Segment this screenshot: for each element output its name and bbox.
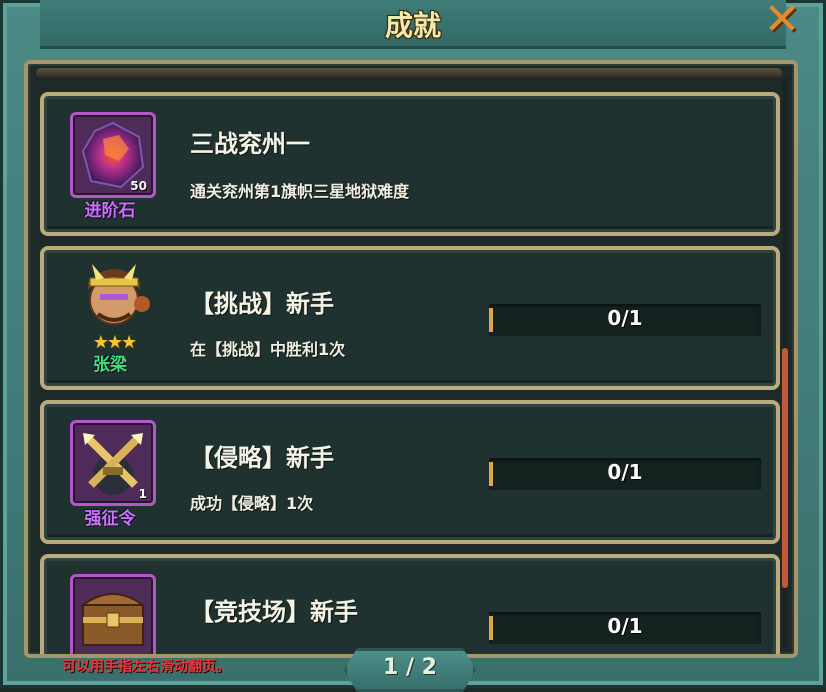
swipe-hint: 可以用手指左右滑动翻页。 — [62, 659, 230, 675]
achievement-title: 三战兖州一 — [190, 130, 310, 158]
scrollbar[interactable] — [782, 348, 788, 588]
reward-name: 进阶石 — [84, 201, 136, 221]
page-number: 1 / 2 — [383, 655, 437, 680]
achievement-card[interactable]: 1 强征令 【侵略】新手 成功【侵略】1次 0/1 — [40, 400, 780, 544]
achievement-card[interactable]: 【竞技场】新手 0/1 — [40, 554, 780, 654]
reward-quantity: 50 — [130, 179, 147, 193]
progress-text: 0/1 — [607, 614, 643, 638]
treasure-chest-icon — [79, 593, 147, 646]
achievement-card[interactable]: 50 进阶石 三战兖州一 通关兖州第1旗帜三星地狱难度 — [40, 92, 780, 236]
achievement-progress-bar: 0/1 — [489, 458, 761, 490]
reward-name: 强征令 — [84, 509, 136, 529]
achievement-description: 在【挑战】中胜利1次 — [190, 340, 346, 359]
reward-icon-box[interactable] — [70, 574, 156, 654]
achievement-title: 【侵略】新手 — [190, 444, 334, 472]
close-button[interactable]: ✕ — [752, 0, 812, 42]
achievement-list[interactable]: 50 进阶石 三战兖州一 通关兖州第1旗帜三星地狱难度 ★★★ 张梁 【挑战】新… — [24, 60, 798, 658]
page-indicator: 1 / 2 — [344, 648, 476, 692]
top-rail — [36, 68, 782, 78]
reward-hero-box[interactable] — [70, 260, 160, 340]
hero-portrait-icon — [88, 264, 150, 325]
reward-icon-box[interactable]: 1 — [70, 420, 156, 506]
reward-name: 张梁 — [93, 355, 127, 375]
reward-icon-box[interactable]: 50 — [70, 112, 156, 198]
achievement-progress-bar: 0/1 — [489, 612, 761, 644]
achievement-title: 【竞技场】新手 — [190, 598, 358, 626]
achievement-progress-bar: 0/1 — [489, 304, 761, 336]
achievement-description: 通关兖州第1旗帜三星地狱难度 — [190, 182, 410, 201]
achievement-description: 成功【侵略】1次 — [190, 494, 314, 513]
achievement-card[interactable]: ★★★ 张梁 【挑战】新手 在【挑战】中胜利1次 0/1 — [40, 246, 780, 390]
achievement-title: 【挑战】新手 — [190, 290, 334, 318]
reward-quantity: 1 — [138, 487, 147, 501]
window-title: 成就 — [384, 9, 441, 42]
close-icon: ✕ — [763, 0, 801, 45]
progress-text: 0/1 — [607, 306, 643, 330]
progress-text: 0/1 — [607, 460, 643, 484]
